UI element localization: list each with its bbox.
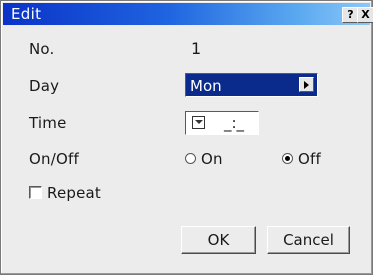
ok-button[interactable]: OK: [181, 226, 256, 254]
window-title: Edit: [11, 5, 42, 23]
time-field[interactable]: _:_: [185, 111, 259, 135]
no-value: 1: [191, 39, 202, 58]
title-bar[interactable]: Edit ? X: [3, 3, 373, 25]
repeat-label[interactable]: Repeat: [47, 184, 101, 202]
no-label: No.: [29, 40, 55, 58]
repeat-checkbox[interactable]: [29, 186, 42, 199]
close-button[interactable]: X: [357, 7, 373, 23]
time-label: Time: [29, 114, 67, 132]
radio-off[interactable]: [282, 153, 293, 164]
radio-on-label[interactable]: On: [201, 150, 223, 168]
edit-dialog: Edit ? X No. 1 Day Mon Time _:_ On/Off O…: [0, 0, 373, 275]
day-select-value: Mon: [190, 77, 222, 95]
radio-on[interactable]: [185, 153, 196, 164]
dropdown-arrow-icon[interactable]: [299, 77, 314, 92]
day-label: Day: [29, 77, 60, 95]
radio-off-label[interactable]: Off: [298, 150, 321, 168]
time-picker-icon[interactable]: [192, 116, 205, 129]
cancel-button[interactable]: Cancel: [267, 226, 350, 254]
day-select[interactable]: Mon: [185, 73, 318, 97]
time-value: _:_: [224, 114, 245, 132]
onoff-label: On/Off: [29, 150, 79, 168]
